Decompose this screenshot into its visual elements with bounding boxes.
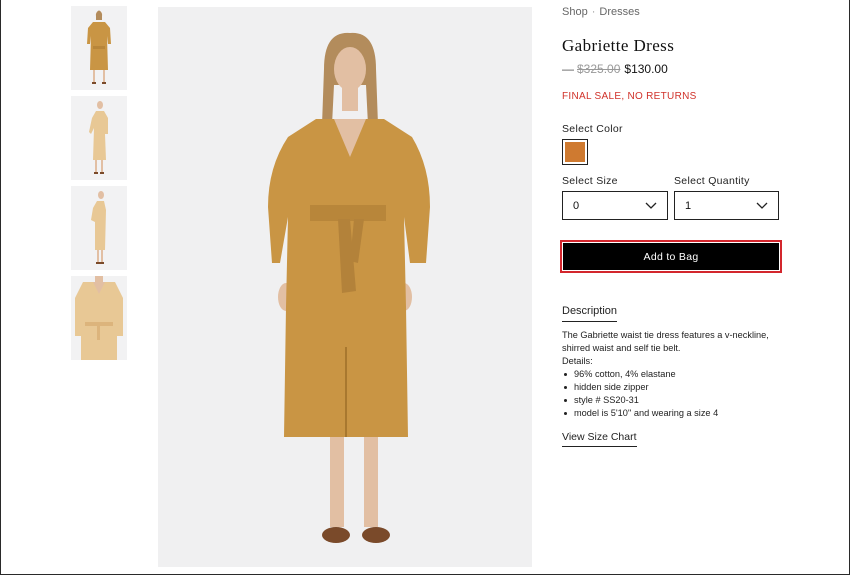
thumbnail-side[interactable] — [71, 96, 127, 180]
final-sale-notice: FINAL SALE, NO RETURNS — [562, 91, 697, 102]
details-list: 96% cotton, 4% elastane hidden side zipp… — [562, 368, 792, 420]
add-to-bag-focus-ring: Add to Bag — [560, 240, 782, 273]
dress-detail-image — [75, 276, 123, 360]
price: — $325.00 $130.00 — [562, 62, 668, 76]
chevron-down-icon — [645, 202, 657, 209]
breadcrumb-separator: · — [591, 6, 596, 18]
description-content: The Gabriette waist tie dress features a… — [562, 329, 792, 420]
detail-item: style # SS20-31 — [562, 394, 792, 407]
sale-price: $130.00 — [624, 62, 668, 76]
detail-item: hidden side zipper — [562, 381, 792, 394]
description-text: The Gabriette waist tie dress features a… — [562, 330, 769, 353]
tab-description[interactable]: Description — [562, 305, 618, 322]
dress-side-image — [89, 101, 108, 174]
model-in-dress-image — [268, 32, 430, 543]
color-swatch-selected[interactable] — [562, 139, 588, 165]
thumbnail-detail[interactable] — [71, 276, 127, 360]
detail-item: model is 5'10'' and wearing a size 4 — [562, 407, 792, 420]
breadcrumb-dresses-link[interactable]: Dresses — [599, 6, 639, 18]
dress-profile-image — [91, 191, 106, 264]
chevron-down-icon — [756, 202, 768, 209]
size-select-value: 0 — [573, 199, 580, 212]
add-to-bag-button[interactable]: Add to Bag — [563, 243, 779, 270]
product-title: Gabriette Dress — [562, 36, 675, 55]
main-product-image[interactable] — [158, 7, 532, 567]
size-label: Select Size — [562, 175, 618, 187]
detail-item: 96% cotton, 4% elastane — [562, 368, 792, 381]
view-size-chart-link[interactable]: View Size Chart — [562, 431, 637, 447]
details-label: Details: — [562, 356, 593, 366]
color-swatch-fill — [565, 142, 585, 162]
size-select[interactable]: 0 — [562, 191, 668, 220]
quantity-select-value: 1 — [685, 199, 692, 212]
breadcrumb-shop-link[interactable]: Shop — [562, 6, 588, 18]
thumbnail-profile[interactable] — [71, 186, 127, 270]
dress-front-image — [87, 10, 111, 84]
quantity-label: Select Quantity — [674, 175, 750, 187]
color-label: Select Color — [562, 123, 623, 135]
quantity-select[interactable]: 1 — [674, 191, 779, 220]
price-dash: — — [562, 62, 574, 76]
breadcrumb: Shop · Dresses — [562, 6, 640, 18]
original-price: $325.00 — [577, 62, 621, 76]
thumbnail-front[interactable] — [71, 6, 127, 90]
thumbnail-gallery — [71, 6, 127, 366]
